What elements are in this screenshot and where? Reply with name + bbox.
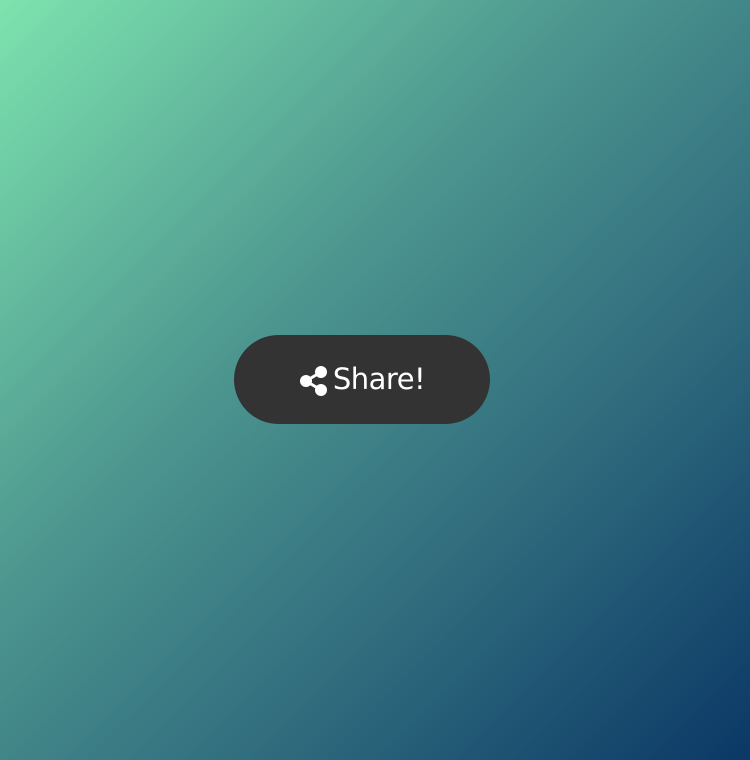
page-background: Share! bbox=[0, 0, 750, 760]
share-icon bbox=[299, 365, 329, 397]
share-button-label: Share! bbox=[332, 362, 426, 396]
share-button[interactable]: Share! bbox=[234, 335, 490, 424]
